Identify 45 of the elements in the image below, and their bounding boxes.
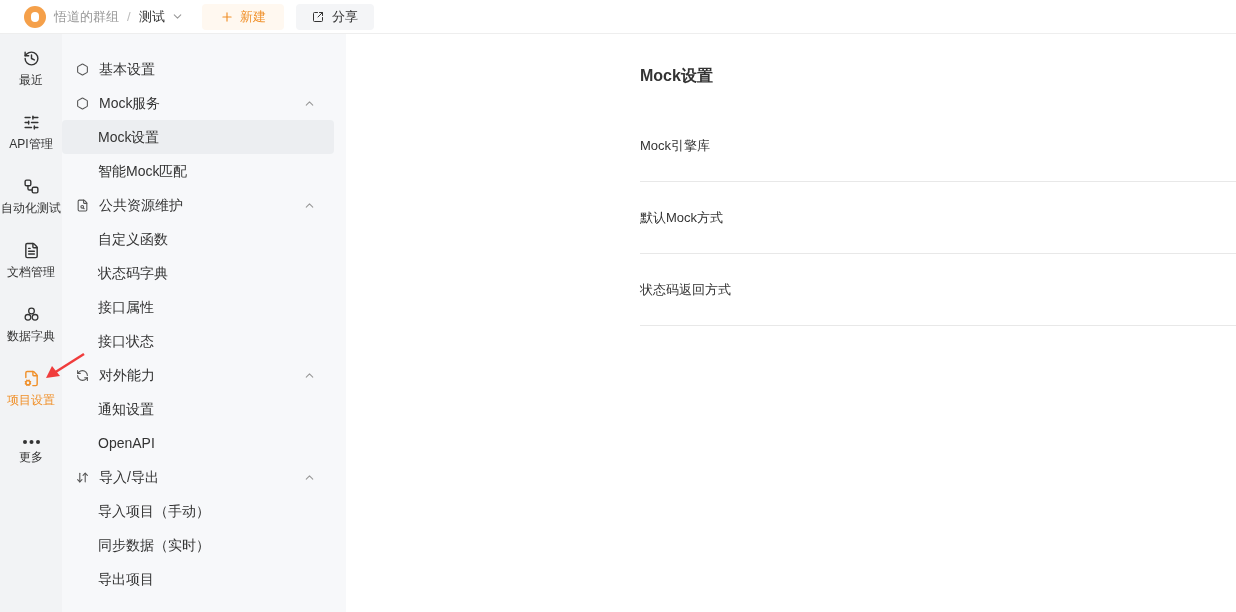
menu-item[interactable]: 同步数据（实时） [62, 528, 334, 562]
file-gear-icon [22, 369, 40, 387]
menu-item[interactable]: 接口属性 [62, 290, 334, 324]
nav-rail-item[interactable]: 更多 [0, 428, 62, 478]
menu-item[interactable]: 智能Mock匹配 [62, 154, 334, 188]
menu-item[interactable]: 通知设置 [62, 392, 334, 426]
circles-icon [22, 305, 40, 323]
menu-item[interactable]: 自定义函数 [62, 222, 334, 256]
setting-label: 状态码返回方式 [640, 280, 731, 299]
nav-rail-item[interactable]: 数据字典 [0, 300, 62, 350]
nav-rail-item[interactable]: 自动化测试 [0, 172, 62, 222]
plus-icon [219, 9, 234, 24]
refresh-icon [76, 368, 89, 382]
menu-item[interactable]: 导入项目（手动） [62, 494, 334, 528]
menu-group-header[interactable]: 公共资源维护 [62, 188, 334, 222]
menu-item[interactable]: 状态码字典 [62, 256, 334, 290]
workflow-icon [22, 177, 40, 195]
arrows-icon [76, 470, 89, 484]
breadcrumb-separator: / [127, 7, 131, 26]
setting-label: Mock引擎库 [640, 136, 711, 155]
menu-group-header[interactable]: 导入/导出 [62, 460, 334, 494]
hexagon-icon [76, 62, 89, 76]
setting-label: 默认Mock方式 [640, 208, 724, 227]
menu-item[interactable]: OpenAPI [62, 426, 334, 460]
menu-group-header[interactable]: 对外能力 [62, 358, 334, 392]
sliders-icon [22, 113, 40, 131]
project-dropdown[interactable]: 测试 [138, 6, 184, 27]
nav-rail-item[interactable]: API管理 [0, 108, 62, 158]
history-icon [22, 49, 40, 67]
logo-icon [24, 5, 46, 28]
menu-item[interactable]: 导出项目 [62, 562, 334, 596]
nav-rail-item[interactable]: 文档管理 [0, 236, 62, 286]
menu-item[interactable]: 基本设置 [62, 52, 334, 86]
nav-rail-item[interactable]: 最近 [0, 44, 62, 94]
share-button[interactable]: 分享 [295, 3, 374, 30]
document-icon [22, 241, 40, 259]
more-icon [22, 440, 40, 444]
page-title: Mock设置 [640, 66, 714, 86]
menu-item[interactable]: 接口状态 [62, 324, 334, 358]
share-icon [311, 10, 324, 23]
menu-item[interactable]: Mock设置 [62, 120, 334, 154]
menu-group-header[interactable]: Mock服务 [62, 86, 334, 120]
hexagon-icon [76, 96, 89, 110]
annotation-arrow [44, 352, 86, 380]
file-search-icon [76, 198, 89, 212]
